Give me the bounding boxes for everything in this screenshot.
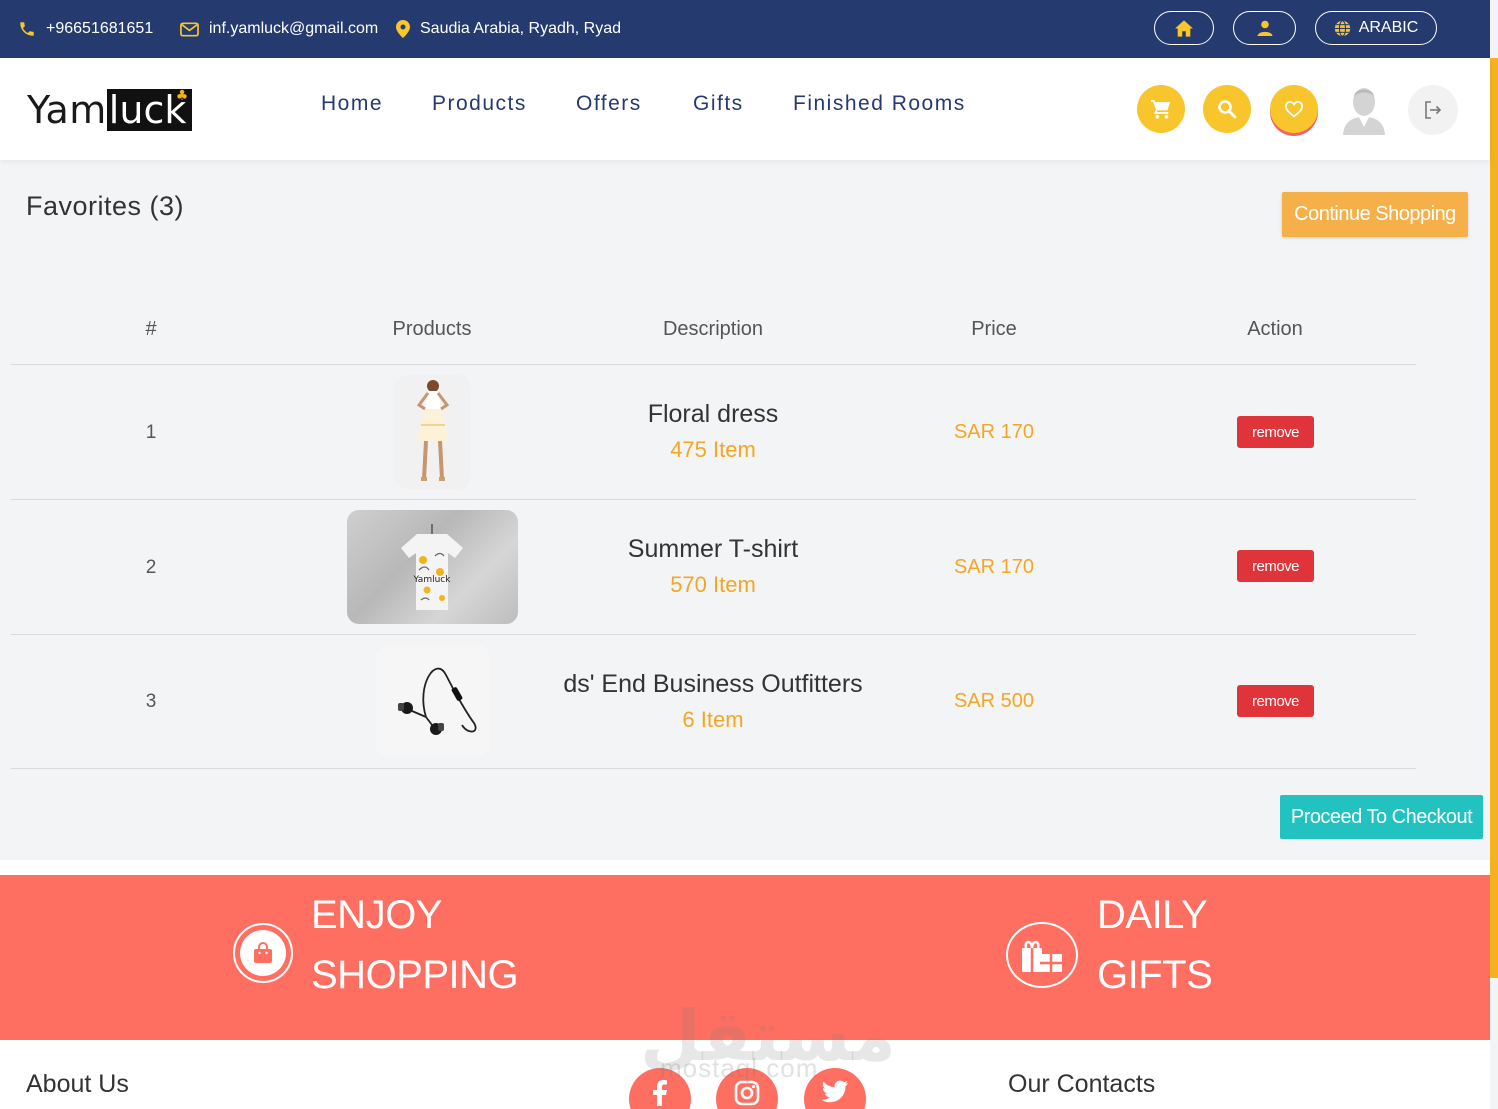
remove-button[interactable]: remove <box>1237 550 1314 582</box>
svg-text:Yamluck: Yamluck <box>413 575 452 585</box>
gift-badge <box>1006 922 1078 988</box>
top-info-bar: +96651681651 inf.yamluck@gmail.com Saudi… <box>0 0 1490 58</box>
favorites-button[interactable] <box>1270 85 1318 133</box>
logo-text-part2: luck ♣ <box>106 88 193 132</box>
tshirt-icon: Yamluck <box>401 524 463 610</box>
logo-text-part2-label: luck <box>108 88 187 132</box>
nav-home[interactable]: Home <box>321 92 383 116</box>
about-us-heading: About Us <box>26 1070 129 1098</box>
location-text: Saudia Arabia, Ryadh, Ryad <box>420 20 622 37</box>
logout-button[interactable] <box>1408 85 1458 135</box>
user-icon <box>1257 20 1272 36</box>
proceed-to-checkout-button[interactable]: Proceed To Checkout <box>1280 795 1483 839</box>
row-number: 1 <box>145 422 157 443</box>
product-description: ds' End Business Outfitters 6 Item <box>513 670 913 733</box>
location-info: Saudia Arabia, Ryadh, Ryad <box>396 0 621 58</box>
remove-button[interactable]: remove <box>1237 416 1314 448</box>
section-separator <box>0 860 1490 875</box>
column-header-description: Description <box>662 318 764 340</box>
banner-left-line1: ENJOY <box>311 893 442 937</box>
clover-icon: ♣ <box>175 88 189 104</box>
product-description: Floral dress 475 Item <box>513 400 913 463</box>
continue-shopping-button[interactable]: Continue Shopping <box>1282 192 1468 237</box>
product-description: Summer T-shirt 570 Item <box>513 535 913 598</box>
product-quantity: 475 Item <box>670 437 756 462</box>
heart-icon <box>1284 100 1304 118</box>
gift-icon <box>1022 940 1062 972</box>
home-icon <box>1175 19 1193 37</box>
product-quantity: 6 Item <box>682 707 744 732</box>
email-address: inf.yamluck@gmail.com <box>209 20 379 37</box>
product-image-floral-dress[interactable] <box>395 375 471 489</box>
table-divider <box>11 499 1416 500</box>
banner-right-text: DAILY GIFTS <box>1097 885 1213 1005</box>
shopping-bag-badge <box>233 923 293 983</box>
table-divider <box>11 768 1416 769</box>
watermark-latin: mostaql.com <box>660 1053 819 1083</box>
product-quantity: 570 Item <box>670 572 756 597</box>
nav-offers[interactable]: Offers <box>576 92 642 116</box>
column-header-action: Action <box>1247 318 1303 340</box>
product-name[interactable]: Summer T-shirt <box>513 535 913 564</box>
account-pill-button[interactable] <box>1233 11 1296 45</box>
logout-icon <box>1425 101 1442 119</box>
product-price: SAR 500 <box>953 690 1035 712</box>
yamluck-logo[interactable]: Yam luck ♣ <box>27 88 193 132</box>
product-image-earphones[interactable] <box>376 645 490 756</box>
phone-info[interactable]: +96651681651 <box>18 0 153 58</box>
column-header-number: # <box>145 318 157 340</box>
logo-text-part1: Yam <box>27 88 107 132</box>
nav-products[interactable]: Products <box>432 92 527 116</box>
banner-left-text: ENJOY SHOPPING <box>311 885 519 1005</box>
cart-icon <box>1151 99 1171 119</box>
product-image-summer-tshirt[interactable]: Yamluck <box>347 510 518 624</box>
map-pin-icon <box>396 20 410 38</box>
user-avatar[interactable] <box>1339 83 1389 135</box>
nav-gifts[interactable]: Gifts <box>693 92 744 116</box>
language-label: ARABIC <box>1358 19 1419 36</box>
product-name[interactable]: Floral dress <box>513 400 913 429</box>
dress-model-icon <box>416 380 450 481</box>
page-title: Favorites (3) <box>26 191 185 221</box>
column-header-products: Products <box>392 318 472 340</box>
search-button[interactable] <box>1203 85 1251 133</box>
column-header-price: Price <box>971 318 1017 340</box>
page-scrollbar-thumb[interactable] <box>1490 58 1498 978</box>
cart-button[interactable] <box>1137 85 1185 133</box>
product-price: SAR 170 <box>953 421 1035 443</box>
twitter-icon <box>821 1080 848 1103</box>
phone-icon <box>20 22 34 36</box>
globe-icon <box>1334 19 1350 37</box>
our-contacts-heading: Our Contacts <box>1008 1070 1156 1098</box>
phone-number: +96651681651 <box>46 20 154 37</box>
email-info[interactable]: inf.yamluck@gmail.com <box>180 0 378 58</box>
product-name[interactable]: ds' End Business Outfitters <box>513 670 913 699</box>
table-divider <box>11 364 1416 365</box>
remove-button[interactable]: remove <box>1237 685 1314 717</box>
row-number: 2 <box>145 557 157 578</box>
avatar-icon <box>1343 88 1385 135</box>
earphones-icon <box>398 667 477 735</box>
nav-finished-rooms[interactable]: Finished Rooms <box>793 92 966 116</box>
home-pill-button[interactable] <box>1154 11 1214 45</box>
banner-right-line2: GIFTS <box>1097 953 1213 997</box>
table-divider <box>11 634 1416 635</box>
product-price: SAR 170 <box>953 556 1035 578</box>
envelope-icon <box>180 21 199 37</box>
banner-right-line1: DAILY <box>1097 893 1208 937</box>
search-icon <box>1218 100 1237 119</box>
language-switch-button[interactable]: ARABIC <box>1315 11 1437 45</box>
main-navbar: Yam luck ♣ Home Products Offers Gifts Fin… <box>0 58 1490 160</box>
row-number: 3 <box>145 691 157 712</box>
banner-left-line2: SHOPPING <box>311 953 519 997</box>
shopping-bag-icon <box>254 942 272 963</box>
